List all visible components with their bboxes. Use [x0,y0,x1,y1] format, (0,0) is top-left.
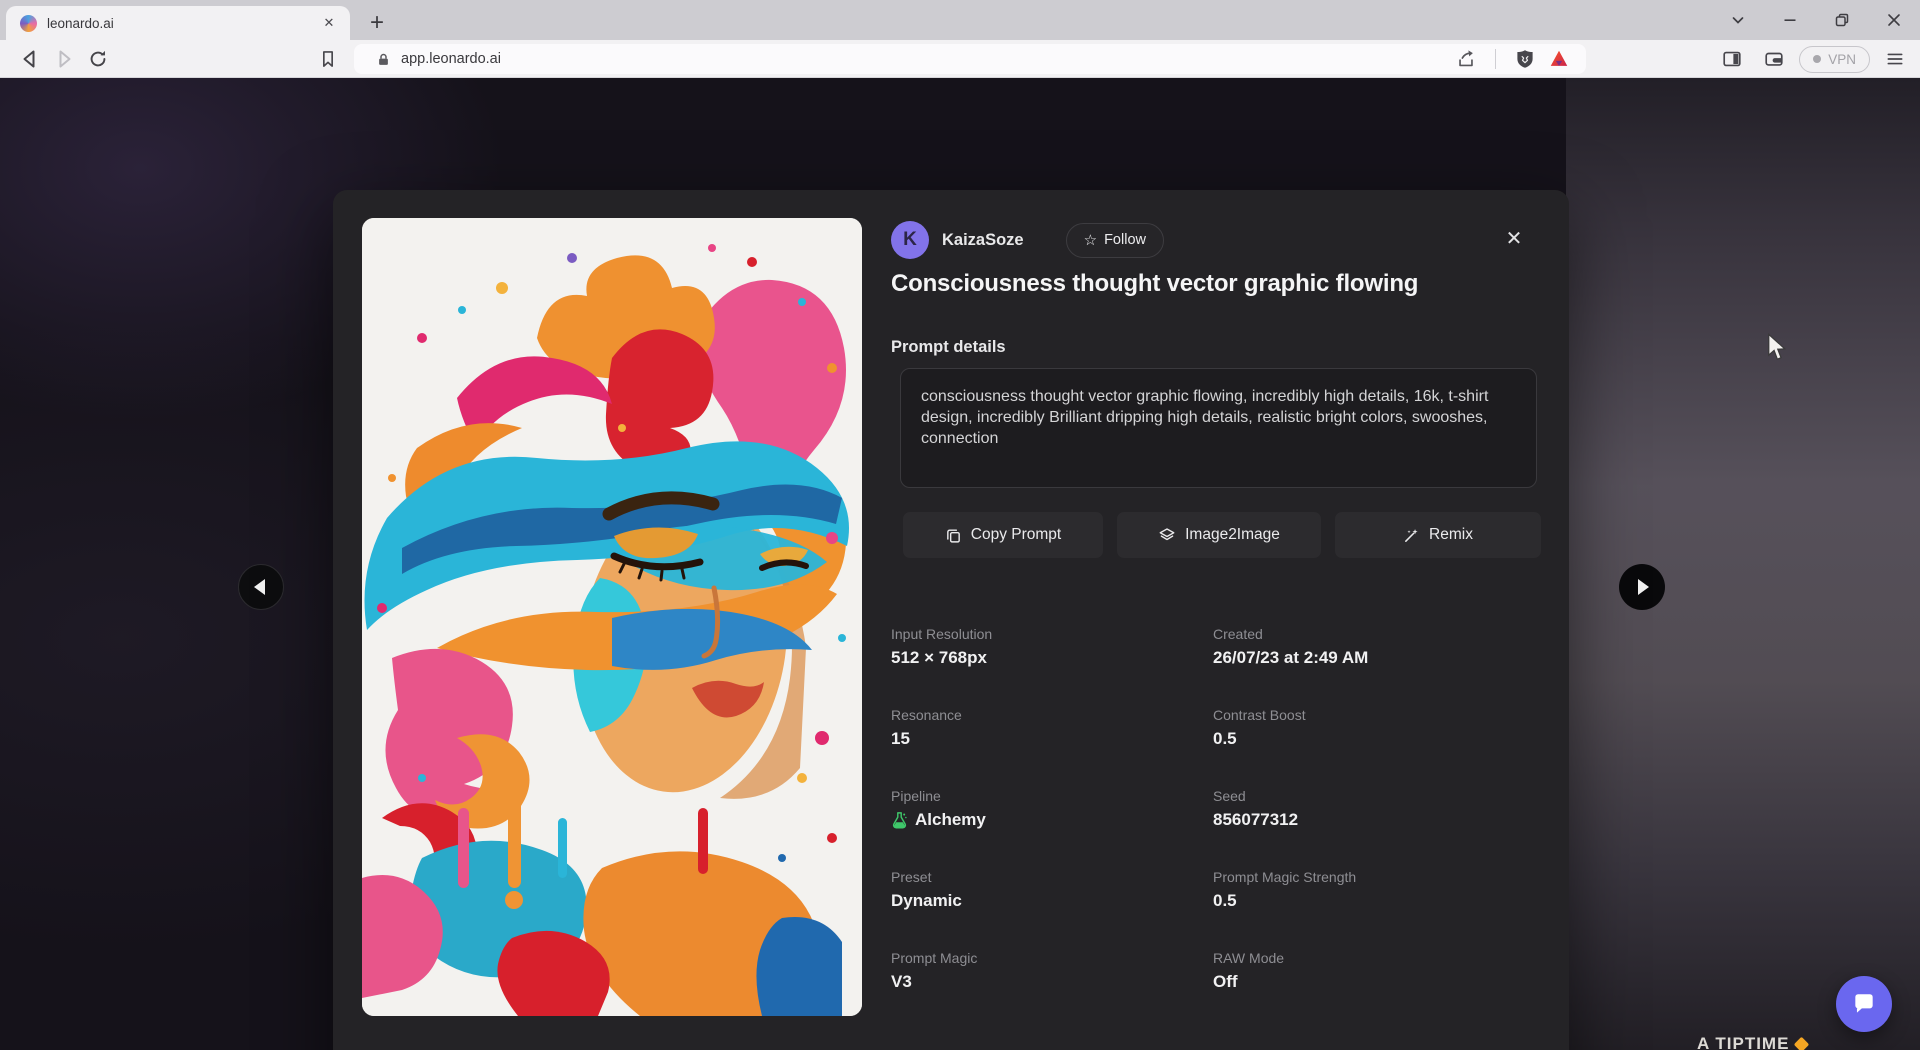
tab-bar: leonardo.ai ✕ + [0,0,1920,40]
chevron-right-icon [1638,579,1649,595]
alchemy-flask-icon [891,811,908,830]
detail-resonance: Resonance 15 [891,707,1213,749]
copy-icon [945,527,962,544]
wallet-icon[interactable] [1757,44,1791,74]
brave-shields-icon[interactable] [1508,44,1542,74]
detail-pipeline: Pipeline Alchemy [891,788,1213,830]
close-modal-icon[interactable]: ✕ [1499,223,1529,253]
layers-icon [1158,526,1176,544]
vpn-status-dot [1813,55,1821,63]
chat-bubble-icon [1851,991,1877,1017]
detail-prompt-magic-strength: Prompt Magic Strength 0.5 [1213,869,1537,911]
detail-panel: K KaizaSoze ☆ Follow ✕ Consciousness tho… [891,190,1551,1050]
detail-seed: Seed 856077312 [1213,788,1537,830]
watermark-spark-icon [1794,1036,1810,1050]
detail-contrast-boost: Contrast Boost 0.5 [1213,707,1537,749]
bookmarks-icon[interactable] [312,44,344,74]
chevron-left-icon [254,579,265,595]
detail-preset: Preset Dynamic [891,869,1213,911]
watermark-text: A TIPTIME [1697,1034,1789,1050]
window-controls [1712,0,1920,40]
vpn-button[interactable]: VPN [1799,46,1870,73]
address-bar[interactable]: app.leonardo.ai [354,44,1586,74]
brave-rewards-icon[interactable] [1542,44,1576,74]
video-watermark: A TIPTIME [1697,1034,1807,1050]
prompt-text-box[interactable]: consciousness thought vector graphic flo… [900,368,1537,488]
copy-prompt-label: Copy Prompt [971,526,1061,544]
creator-row: K KaizaSoze ☆ Follow [891,221,1537,259]
minimize-icon[interactable] [1764,0,1816,40]
tab-close-icon[interactable]: ✕ [318,12,340,34]
forward-button[interactable] [47,44,81,74]
toolbar-right-cluster: VPN [1715,44,1912,74]
close-window-icon[interactable] [1868,0,1920,40]
previous-image-button[interactable] [238,564,284,610]
generation-details-grid: Input Resolution 512 × 768px Created 26/… [891,626,1537,992]
image2image-label: Image2Image [1185,526,1280,544]
tab-leonardo-ai[interactable]: leonardo.ai ✕ [6,6,350,40]
new-tab-button[interactable]: + [362,8,392,38]
detail-input-resolution: Input Resolution 512 × 768px [891,626,1213,668]
blurred-next-image-backdrop [1566,78,1920,1050]
detail-created: Created 26/07/23 at 2:49 AM [1213,626,1537,668]
follow-label: Follow [1104,232,1146,248]
remix-button[interactable]: Remix [1335,512,1541,558]
prompt-details-heading: Prompt details [891,338,1006,357]
mouse-cursor [1766,333,1792,368]
creator-name[interactable]: KaizaSoze [942,231,1024,250]
image2image-button[interactable]: Image2Image [1117,512,1321,558]
site-favicon-icon [20,15,37,32]
wand-icon [1403,527,1420,544]
avatar[interactable]: K [891,221,929,259]
share-icon[interactable] [1449,44,1483,74]
reload-button[interactable] [81,44,115,74]
generation-title: Consciousness thought vector graphic flo… [891,270,1531,298]
detail-raw-mode: RAW Mode Off [1213,950,1537,992]
page-content: K KaizaSoze ☆ Follow ✕ Consciousness tho… [0,78,1920,1050]
follow-button[interactable]: ☆ Follow [1066,223,1164,258]
tab-title: leonardo.ai [47,16,318,31]
tab-search-chevron-icon[interactable] [1712,0,1764,40]
back-button[interactable] [13,44,47,74]
copy-prompt-button[interactable]: Copy Prompt [903,512,1103,558]
remix-label: Remix [1429,526,1473,544]
vpn-label: VPN [1828,52,1856,67]
pipeline-value: Alchemy [915,810,986,830]
image-detail-modal: K KaizaSoze ☆ Follow ✕ Consciousness tho… [333,190,1569,1050]
generated-image[interactable] [362,218,862,1016]
url-text: app.leonardo.ai [401,51,1449,67]
browser-window: leonardo.ai ✕ + [0,0,1920,1050]
next-image-button[interactable] [1619,564,1665,610]
detail-prompt-magic: Prompt Magic V3 [891,950,1213,992]
star-icon: ☆ [1084,231,1097,249]
ssl-lock-icon [376,52,391,67]
restore-window-icon[interactable] [1816,0,1868,40]
prompt-actions: Copy Prompt Image2Image Remix [903,512,1541,558]
support-chat-button[interactable] [1836,976,1892,1032]
toolbar-separator [1495,49,1496,69]
menu-icon[interactable] [1878,44,1912,74]
sidebar-icon[interactable] [1715,44,1749,74]
